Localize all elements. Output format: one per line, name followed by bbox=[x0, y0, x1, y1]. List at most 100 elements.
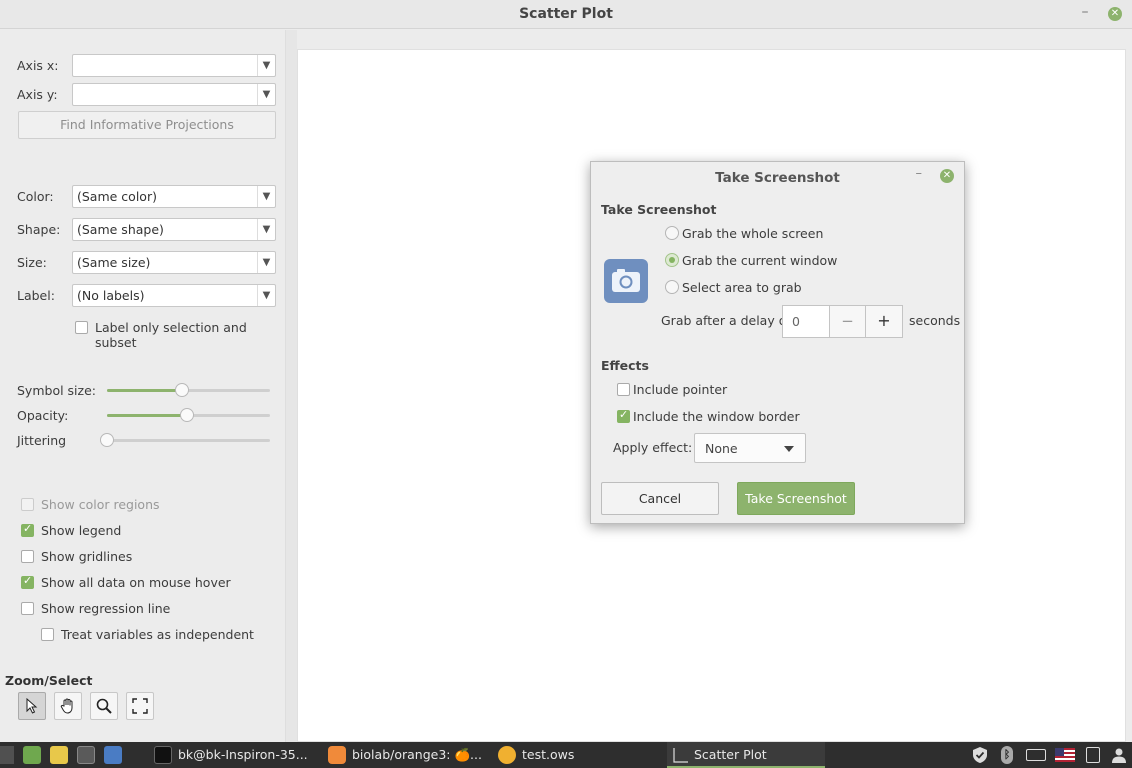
clipboard-icon[interactable] bbox=[1086, 747, 1100, 763]
size-value: (Same size) bbox=[77, 255, 151, 270]
taskbar-item-terminal[interactable]: bk@bk-Inspiron-35... bbox=[178, 742, 313, 768]
minimize-button[interactable]: – bbox=[1078, 4, 1092, 20]
terminal-launcher-icon[interactable] bbox=[0, 746, 14, 764]
taskbar: bk@bk-Inspiron-35... biolab/orange3: 🍊..… bbox=[0, 742, 1132, 768]
slider-fill bbox=[107, 414, 187, 417]
chart-icon bbox=[673, 748, 688, 763]
radio-select-area[interactable] bbox=[665, 280, 679, 294]
slider-fill bbox=[107, 389, 182, 392]
zoom-tool-button[interactable] bbox=[90, 692, 118, 720]
color-combo[interactable]: (Same color) ▼ bbox=[72, 185, 276, 208]
size-combo[interactable]: (Same size) ▼ bbox=[72, 251, 276, 274]
taskbar-item-scatter-plot[interactable]: Scatter Plot bbox=[667, 742, 825, 768]
chevron-down-icon: ▼ bbox=[257, 285, 275, 306]
include-pointer-checkbox[interactable] bbox=[617, 383, 630, 396]
delay-unit: seconds bbox=[909, 313, 961, 328]
axis-y-combo[interactable]: ▼ bbox=[72, 83, 276, 106]
label-value: (No labels) bbox=[77, 288, 145, 303]
apply-effect-label: Apply effect: bbox=[613, 440, 693, 455]
slider-handle[interactable] bbox=[174, 383, 189, 397]
radio-whole-screen[interactable] bbox=[665, 226, 679, 240]
splitter[interactable] bbox=[285, 30, 297, 742]
effects-section-title: Effects bbox=[601, 358, 649, 373]
pointer-icon bbox=[26, 698, 38, 714]
fullscreen-icon bbox=[132, 698, 148, 714]
screenshot-app-icon[interactable] bbox=[104, 746, 122, 764]
window-title: Scatter Plot bbox=[519, 6, 613, 22]
delay-label: Grab after a delay of bbox=[661, 313, 791, 328]
label-only-selection-checkbox[interactable] bbox=[75, 321, 88, 334]
chevron-down-icon: ▼ bbox=[257, 84, 275, 105]
treat-independent-checkbox[interactable] bbox=[41, 628, 54, 641]
notes-icon[interactable] bbox=[50, 746, 68, 764]
taskbar-item-browser[interactable]: biolab/orange3: 🍊... bbox=[352, 742, 482, 768]
symbol-size-label: Symbol size: bbox=[17, 383, 96, 398]
option-whole-screen-label: Grab the whole screen bbox=[682, 226, 824, 241]
symbol-size-slider[interactable] bbox=[107, 383, 270, 397]
cancel-button[interactable]: Cancel bbox=[601, 482, 719, 515]
opacity-label: Opacity: bbox=[17, 408, 69, 423]
apply-effect-value: None bbox=[705, 441, 738, 456]
include-border-label: Include the window border bbox=[633, 409, 800, 424]
include-border-checkbox[interactable] bbox=[617, 408, 630, 423]
chevron-down-icon: ▼ bbox=[257, 252, 275, 273]
take-screenshot-button[interactable]: Take Screenshot bbox=[737, 482, 855, 515]
axis-x-combo[interactable]: ▼ bbox=[72, 54, 276, 77]
calculator-icon[interactable] bbox=[77, 746, 95, 764]
include-pointer-label: Include pointer bbox=[633, 382, 728, 397]
chevron-down-icon: ▼ bbox=[257, 55, 275, 76]
title-bar: Scatter Plot – ✕ bbox=[0, 0, 1132, 29]
zoom-select-title: Zoom/Select bbox=[5, 673, 93, 688]
chevron-down-icon bbox=[784, 446, 794, 452]
label-combo[interactable]: (No labels) ▼ bbox=[72, 284, 276, 307]
apply-effect-combo[interactable]: None bbox=[694, 433, 806, 463]
jittering-slider[interactable] bbox=[100, 433, 270, 447]
option-select-area-label: Select area to grab bbox=[682, 280, 802, 295]
show-all-data-checkbox[interactable] bbox=[21, 574, 34, 589]
shield-icon[interactable] bbox=[971, 746, 989, 764]
dialog-title: Take Screenshot bbox=[715, 170, 840, 186]
dialog-minimize-button[interactable]: – bbox=[916, 166, 923, 181]
reset-zoom-button[interactable] bbox=[126, 692, 154, 720]
user-icon[interactable] bbox=[1111, 747, 1127, 763]
radio-current-window[interactable] bbox=[665, 253, 679, 267]
show-gridlines-label: Show gridlines bbox=[41, 549, 133, 564]
show-gridlines-checkbox[interactable] bbox=[21, 550, 34, 563]
treat-independent-label: Treat variables as independent bbox=[61, 627, 254, 642]
files-icon[interactable] bbox=[23, 746, 41, 764]
take-screenshot-dialog: Take Screenshot – ✕ Take Screenshot Grab… bbox=[590, 161, 965, 524]
find-projections-button[interactable]: Find Informative Projections bbox=[18, 111, 276, 139]
label-only-selection-label: Label only selection and subset bbox=[95, 320, 247, 350]
orange-icon bbox=[498, 746, 516, 764]
axis-y-label: Axis y: bbox=[17, 87, 58, 102]
control-panel: Axis x: ▼ Axis y: ▼ Find Informative Pro… bbox=[0, 30, 285, 742]
show-regression-label: Show regression line bbox=[41, 601, 171, 616]
label-label: Label: bbox=[17, 288, 55, 303]
taskbar-item-test-ows[interactable]: test.ows bbox=[522, 742, 642, 768]
show-legend-checkbox[interactable] bbox=[21, 522, 34, 537]
size-label: Size: bbox=[17, 255, 47, 270]
pan-tool-button[interactable] bbox=[54, 692, 82, 720]
magnifier-icon bbox=[96, 698, 112, 714]
delay-input[interactable]: 0 bbox=[782, 305, 830, 338]
show-regression-checkbox[interactable] bbox=[21, 602, 34, 615]
show-color-regions-checkbox bbox=[21, 498, 34, 511]
keyboard-icon[interactable] bbox=[1026, 749, 1046, 761]
chevron-down-icon: ▼ bbox=[257, 219, 275, 240]
terminal-icon bbox=[154, 746, 172, 764]
slider-handle[interactable] bbox=[179, 408, 194, 422]
select-tool-button[interactable] bbox=[18, 692, 46, 720]
opacity-slider[interactable] bbox=[107, 408, 270, 422]
show-color-regions-label: Show color regions bbox=[41, 497, 160, 512]
slider-handle[interactable] bbox=[100, 433, 114, 447]
bluetooth-icon[interactable]: ᛒ bbox=[1001, 746, 1013, 764]
shape-combo[interactable]: (Same shape) ▼ bbox=[72, 218, 276, 241]
chevron-down-icon: ▼ bbox=[257, 186, 275, 207]
increment-button[interactable]: + bbox=[865, 305, 903, 338]
close-button[interactable]: ✕ bbox=[1108, 7, 1122, 21]
show-all-data-label: Show all data on mouse hover bbox=[41, 575, 231, 590]
us-flag-icon[interactable] bbox=[1055, 748, 1075, 762]
decrement-button[interactable]: − bbox=[829, 305, 866, 338]
color-label: Color: bbox=[17, 189, 54, 204]
dialog-close-button[interactable]: ✕ bbox=[940, 169, 954, 183]
